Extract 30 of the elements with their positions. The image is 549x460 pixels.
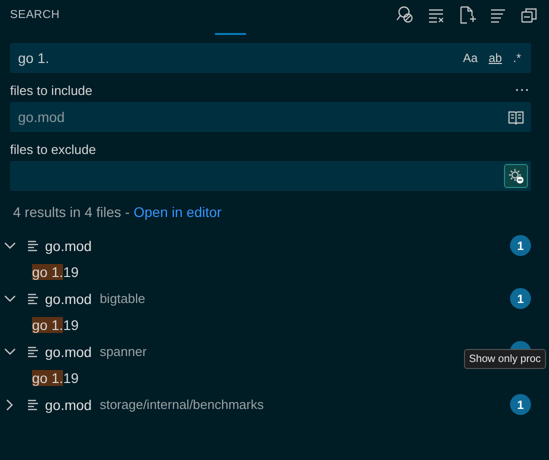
open-in-editor-link[interactable]: Open in editor xyxy=(134,204,222,220)
file-name[interactable]: go.mod xyxy=(45,290,92,306)
file-lines-icon xyxy=(27,346,39,358)
file-lines-icon xyxy=(27,398,39,410)
match-count: 1 xyxy=(510,288,531,309)
include-field[interactable]: go.mod xyxy=(10,102,531,132)
exclude-label: files to exclude xyxy=(10,141,96,157)
match-count: 1 xyxy=(510,394,531,415)
panel-title: SEARCH xyxy=(10,9,60,21)
include-value: go.mod xyxy=(18,109,66,125)
file-name[interactable]: go.mod xyxy=(45,238,92,254)
file-name[interactable]: go.mod xyxy=(45,396,92,412)
search-value: go 1. xyxy=(18,50,50,66)
file-path: bigtable xyxy=(100,291,146,306)
search-option-toggle[interactable]: ab xyxy=(484,49,506,67)
file-name[interactable]: go.mod xyxy=(45,344,92,360)
file-lines-icon xyxy=(27,240,39,252)
search-option-toggle[interactable]: Aa xyxy=(458,49,482,67)
tooltip: Show only proc xyxy=(464,349,546,369)
file-path: spanner xyxy=(100,344,147,359)
file-lines-icon xyxy=(27,292,39,304)
search-option-toggle[interactable]: .* xyxy=(508,49,525,67)
search-clear-icon[interactable] xyxy=(395,5,415,25)
search-field[interactable]: go 1. Aa ab .* xyxy=(10,43,531,73)
include-label: files to include xyxy=(10,82,92,98)
file-path: storage/internal/benchmarks xyxy=(100,397,264,412)
match-count: 1 xyxy=(510,235,531,256)
exclude-field[interactable] xyxy=(10,161,531,191)
use-exclude-settings-button[interactable] xyxy=(504,164,528,188)
results-summary: 4 results in 4 files - Open in editor xyxy=(13,204,223,220)
